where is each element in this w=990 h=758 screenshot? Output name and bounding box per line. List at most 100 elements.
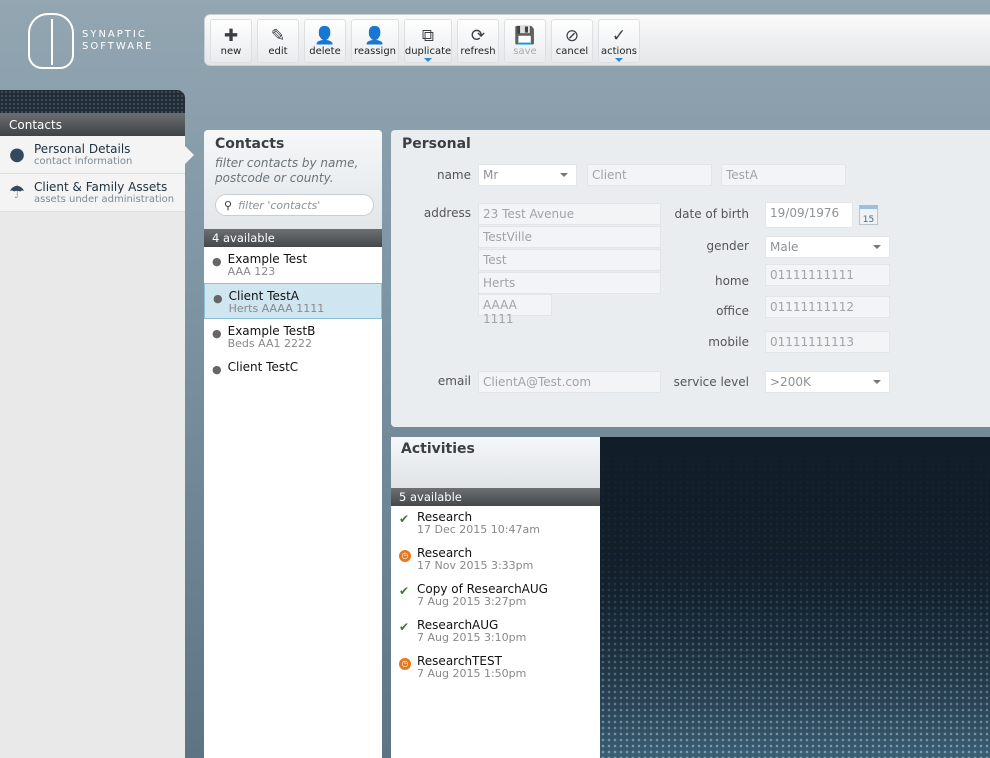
title-select[interactable]: Mr: [478, 164, 577, 186]
button-label: save: [513, 46, 537, 57]
logo-line1: SYNAPTIC: [82, 29, 147, 40]
duplicate-icon: ⧉: [421, 26, 435, 46]
sidebar-item-sublabel: assets under administration: [34, 194, 175, 205]
reassign-user-icon: 👤: [364, 26, 386, 46]
activity-list-item[interactable]: ✔ ResearchAUG 7 Aug 2015 3:10pm: [391, 614, 600, 650]
gender-select[interactable]: Male: [765, 236, 890, 258]
activities-panel: Activities 5 available ✔ Research 17 Dec 2…: [391, 437, 600, 758]
mobile-phone-field[interactable]: 01111111113: [765, 331, 890, 353]
dob-field[interactable]: 19/09/1976: [765, 202, 853, 228]
address-line1-field[interactable]: 23 Test Avenue: [478, 203, 661, 225]
actions-button[interactable]: ✓ actions: [598, 19, 640, 63]
sidebar-header-texture: [0, 90, 185, 114]
activity-list-item[interactable]: ◷ ResearchTEST 7 Aug 2015 1:50pm: [391, 650, 600, 686]
activity-date: 7 Aug 2015 3:10pm: [417, 631, 527, 644]
home-label: home: [714, 274, 749, 288]
contact-list-item[interactable]: ● Example Test AAA 123: [204, 247, 382, 283]
activity-date: 7 Aug 2015 1:50pm: [417, 667, 527, 680]
address-line2-field[interactable]: TestVille: [478, 226, 661, 248]
delete-button[interactable]: 👤 delete: [304, 19, 346, 63]
refresh-button[interactable]: ⟳ refresh: [457, 19, 499, 63]
contact-sub: Beds AA1 2222: [227, 337, 312, 350]
contact-sub: AAA 123: [227, 265, 276, 278]
activity-name: ResearchTEST: [417, 654, 502, 668]
activity-list-item[interactable]: ✔ Copy of ResearchAUG 7 Aug 2015 3:27pm: [391, 578, 600, 614]
contact-name: Example TestB: [227, 324, 316, 338]
cancel-button[interactable]: ⊘ cancel: [551, 19, 593, 63]
title-value: Mr: [483, 168, 499, 182]
first-name-field[interactable]: Client: [587, 164, 712, 186]
search-placeholder: filter 'contacts': [238, 198, 321, 212]
new-button[interactable]: ✚ new: [210, 19, 252, 63]
sidebar-item-sublabel: contact information: [34, 156, 133, 167]
cancel-icon: ⊘: [564, 26, 580, 46]
button-label: delete: [309, 46, 341, 57]
email-field[interactable]: ClientA@Test.com: [478, 371, 661, 393]
button-label: edit: [268, 46, 288, 57]
office-phone-field[interactable]: 01111111112: [765, 296, 890, 318]
contact-list-item[interactable]: ● Example TestB Beds AA1 2222: [204, 319, 382, 355]
last-name-field[interactable]: TestA: [721, 164, 846, 186]
activity-date: 7 Aug 2015 3:27pm: [417, 595, 527, 608]
postcode-field[interactable]: AAAA 1111: [478, 294, 552, 326]
sidebar-item-label: Personal Details: [34, 142, 131, 156]
address-label: address: [423, 206, 471, 220]
sidebar-item-label: Client & Family Assets: [34, 180, 168, 194]
activity-name: Research: [417, 510, 473, 524]
address-line3-field[interactable]: Test: [478, 249, 661, 271]
clock-icon: ◷: [399, 658, 411, 670]
dropdown-arrow-icon: [424, 58, 432, 66]
personal-title: Personal: [402, 136, 471, 152]
button-label: reassign: [353, 46, 397, 57]
sidebar-item-personal-details[interactable]: ● Personal Details contact information: [0, 136, 194, 174]
pencil-icon: ✎: [270, 26, 286, 46]
button-label: actions: [601, 46, 637, 57]
activities-title: Activities: [401, 441, 475, 457]
contacts-panel: Contacts filter contacts by name, postco…: [204, 130, 382, 758]
activity-name: ResearchAUG: [417, 618, 499, 632]
chevron-down-icon: [560, 173, 568, 181]
reassign-button[interactable]: 👤 reassign: [351, 19, 399, 63]
logo-line2: SOFTWARE: [82, 41, 154, 52]
new-document-icon: ✚: [223, 26, 239, 46]
contact-list-item[interactable]: ● Client TestC: [204, 355, 382, 391]
save-icon: 💾: [514, 26, 536, 46]
duplicate-button[interactable]: ⧉ duplicate: [404, 19, 452, 63]
email-label: email: [437, 374, 471, 388]
contact-name: Client TestA: [228, 289, 300, 303]
name-label: name: [436, 168, 471, 182]
contacts-title: Contacts: [215, 136, 285, 152]
contact-sub: Herts AAAA 1111: [228, 302, 325, 315]
contact-name: Example Test: [227, 252, 308, 266]
personal-panel: Personal name Mr Client TestA address 23…: [391, 130, 990, 427]
button-label: cancel: [555, 46, 589, 57]
activity-name: Copy of ResearchAUG: [417, 582, 548, 596]
sidebar-item-client-family-assets[interactable]: ☂ Client & Family Assets assets under adm…: [0, 174, 185, 212]
edit-button[interactable]: ✎ edit: [257, 19, 299, 63]
search-icon: ⚲: [224, 198, 233, 212]
activity-date: 17 Dec 2015 10:47am: [417, 523, 540, 536]
clock-icon: ◷: [399, 550, 411, 562]
activity-list-item[interactable]: ◷ Research 17 Nov 2015 3:33pm: [391, 542, 600, 578]
refresh-icon: ⟳: [470, 26, 486, 46]
gender-label: gender: [706, 239, 749, 253]
contact-list-item[interactable]: ● Client TestA Herts AAAA 1111: [204, 283, 382, 319]
service-level-label: service level: [673, 375, 749, 389]
contact-list: ● Example Test AAA 123 ● Client TestA Herts A…: [204, 247, 382, 391]
contacts-search-input[interactable]: ⚲ filter 'contacts': [215, 194, 374, 216]
calendar-icon[interactable]: 15: [859, 205, 878, 225]
activity-list-item[interactable]: ✔ Research 17 Dec 2015 10:47am: [391, 506, 600, 542]
person-icon: ●: [212, 327, 222, 340]
save-button[interactable]: 💾 save: [504, 19, 546, 63]
umbrella-icon: ☂: [8, 182, 26, 203]
activity-list: ✔ Research 17 Dec 2015 10:47am ◷ Research 17 …: [391, 506, 600, 686]
chevron-down-icon: [873, 245, 881, 253]
button-label: new: [220, 46, 242, 57]
sidebar: Contacts ● Personal Details contact infor…: [0, 113, 194, 758]
office-label: office: [716, 304, 749, 318]
activities-count: 5 available: [391, 488, 600, 506]
activity-date: 17 Nov 2015 3:33pm: [417, 559, 534, 572]
service-level-select[interactable]: >200K: [765, 371, 890, 393]
home-phone-field[interactable]: 01111111111: [765, 264, 890, 286]
address-county-field[interactable]: Herts: [478, 272, 661, 294]
